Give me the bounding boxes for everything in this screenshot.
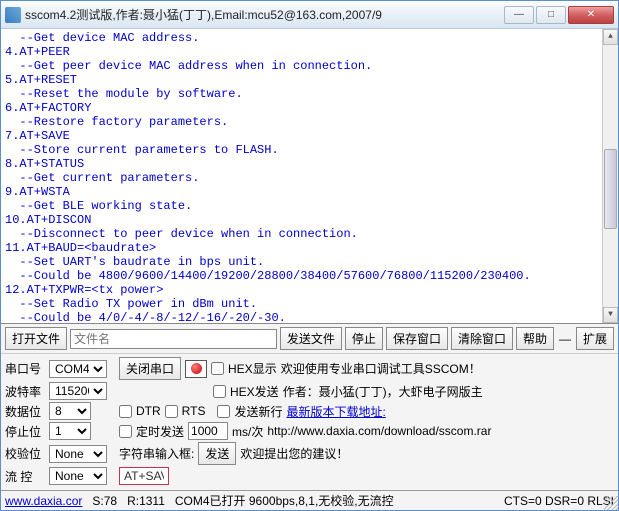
record-icon xyxy=(191,363,202,374)
welcome-text: 欢迎使用专业串口调试工具SSCOM！ xyxy=(281,360,481,377)
close-port-button[interactable]: 关闭串口 xyxy=(119,357,181,380)
file-toolbar: 打开文件 发送文件 停止 保存窗口 清除窗口 帮助 — 扩展 xyxy=(1,324,618,354)
status-cts: CTS=0 DSR=0 RLSI xyxy=(504,494,614,508)
terminal-line: --Store current parameters to FLASH. xyxy=(5,143,614,157)
baud-label: 波特率 xyxy=(5,383,45,400)
port-label: 串口号 xyxy=(5,360,45,377)
resize-grip-icon[interactable] xyxy=(604,496,618,510)
titlebar: sscom4.2测试版,作者:聂小猛(丁丁),Email:mcu52@163.c… xyxy=(1,1,618,29)
help-button[interactable]: 帮助 xyxy=(516,327,554,350)
parity-label: 校验位 xyxy=(5,445,45,462)
terminal-line: --Set UART's baudrate in bps unit. xyxy=(5,255,614,269)
author-text: 作者：聂小猛(丁丁)，大虾电子网版主 xyxy=(283,383,483,400)
site-link[interactable]: www.daxia.cor xyxy=(5,494,82,508)
port-select[interactable]: COM4 xyxy=(49,360,107,378)
baud-select[interactable]: 115200 xyxy=(49,382,107,400)
clear-window-button[interactable]: 清除窗口 xyxy=(451,327,513,350)
status-conn: COM4已打开 9600bps,8,1,无校验,无流控 xyxy=(175,492,394,509)
flow-select[interactable]: None xyxy=(49,467,107,485)
databit-select[interactable]: 8 xyxy=(49,402,91,420)
terminal-line: 6.AT+FACTORY xyxy=(5,101,614,115)
terminal-line: --Get current parameters. xyxy=(5,171,614,185)
terminal-line: 4.AT+PEER xyxy=(5,45,614,59)
command-input[interactable] xyxy=(119,467,169,485)
terminal-line: 9.AT+WSTA xyxy=(5,185,614,199)
terminal-line: 7.AT+SAVE xyxy=(5,129,614,143)
stopbit-label: 停止位 xyxy=(5,423,45,440)
window-title: sscom4.2测试版,作者:聂小猛(丁丁),Email:mcu52@163.c… xyxy=(25,6,504,23)
terminal-line: --Get BLE working state. xyxy=(5,199,614,213)
vertical-scrollbar[interactable]: ▲ ▼ xyxy=(602,29,618,323)
status-sent: S:78 xyxy=(92,494,117,508)
save-window-button[interactable]: 保存窗口 xyxy=(386,327,448,350)
scroll-down-icon[interactable]: ▼ xyxy=(603,307,618,323)
terminal-line: 8.AT+STATUS xyxy=(5,157,614,171)
open-file-button[interactable]: 打开文件 xyxy=(5,327,67,350)
stop-button[interactable]: 停止 xyxy=(345,327,383,350)
terminal-line: 10.AT+DISCON xyxy=(5,213,614,227)
expand-button[interactable]: 扩展 xyxy=(576,327,614,350)
input-box-label: 字符串输入框: xyxy=(119,445,194,462)
terminal-line: --Get device MAC address. xyxy=(5,31,614,45)
databit-label: 数据位 xyxy=(5,403,45,420)
hex-show-checkbox[interactable] xyxy=(211,362,224,375)
terminal-line: 5.AT+RESET xyxy=(5,73,614,87)
stopbit-select[interactable]: 1 xyxy=(49,422,91,440)
hex-send-checkbox[interactable] xyxy=(213,385,226,398)
terminal-line: --Restore factory parameters. xyxy=(5,115,614,129)
maximize-button[interactable]: □ xyxy=(536,6,566,24)
parity-select[interactable]: None xyxy=(49,445,107,463)
terminal-line: --Get peer device MAC address when in co… xyxy=(5,59,614,73)
dash-label: — xyxy=(557,332,573,346)
rts-label: RTS xyxy=(182,404,206,418)
filename-input[interactable] xyxy=(70,329,277,349)
dtr-label: DTR xyxy=(136,404,161,418)
download-link[interactable]: 最新版本下载地址: xyxy=(286,403,385,420)
timed-send-label: 定时发送 xyxy=(136,423,184,440)
terminal-line: --Could be 4/0/-4/-8/-12/-16/-20/-30. xyxy=(5,311,614,324)
terminal-line: 12.AT+TXPWR=<tx power> xyxy=(5,283,614,297)
send-file-button[interactable]: 发送文件 xyxy=(280,327,342,350)
flow-label: 流 控 xyxy=(5,468,45,485)
dtr-checkbox[interactable] xyxy=(119,405,132,418)
terminal-line: --Reset the module by software. xyxy=(5,87,614,101)
terminal-line: --Could be 4800/9600/14400/19200/28800/3… xyxy=(5,269,614,283)
settings-panel: 串口号 COM4 关闭串口 HEX显示 欢迎使用专业串口调试工具SSCOM！ 波… xyxy=(1,354,618,490)
minimize-button[interactable]: — xyxy=(504,6,534,24)
terminal-output: --Get device MAC address.4.AT+PEER --Get… xyxy=(1,29,618,324)
app-icon xyxy=(5,7,21,23)
hex-send-label: HEX发送 xyxy=(230,383,279,400)
url-text: http://www.daxia.com/download/sscom.rar xyxy=(267,424,491,438)
terminal-line: 11.AT+BAUD=<baudrate> xyxy=(5,241,614,255)
ms-unit-label: ms/次 xyxy=(232,423,263,440)
send-button[interactable]: 发送 xyxy=(198,442,236,465)
close-button[interactable]: ✕ xyxy=(568,6,614,24)
feedback-text: 欢迎提出您的建议！ xyxy=(240,445,348,462)
rts-checkbox[interactable] xyxy=(165,405,178,418)
send-newline-checkbox[interactable] xyxy=(217,405,230,418)
terminal-line: --Set Radio TX power in dBm unit. xyxy=(5,297,614,311)
status-recv: R:1311 xyxy=(127,494,165,508)
status-bar: www.daxia.cor S:78 R:1311 COM4已打开 9600bp… xyxy=(1,490,618,510)
timed-send-checkbox[interactable] xyxy=(119,425,132,438)
send-newline-label: 发送新行 xyxy=(234,403,282,420)
scroll-thumb[interactable] xyxy=(604,149,617,229)
terminal-line: --Disconnect to peer device when in conn… xyxy=(5,227,614,241)
record-button[interactable] xyxy=(185,360,207,378)
interval-input[interactable] xyxy=(188,422,228,440)
scroll-up-icon[interactable]: ▲ xyxy=(603,29,618,45)
hex-show-label: HEX显示 xyxy=(228,360,277,377)
